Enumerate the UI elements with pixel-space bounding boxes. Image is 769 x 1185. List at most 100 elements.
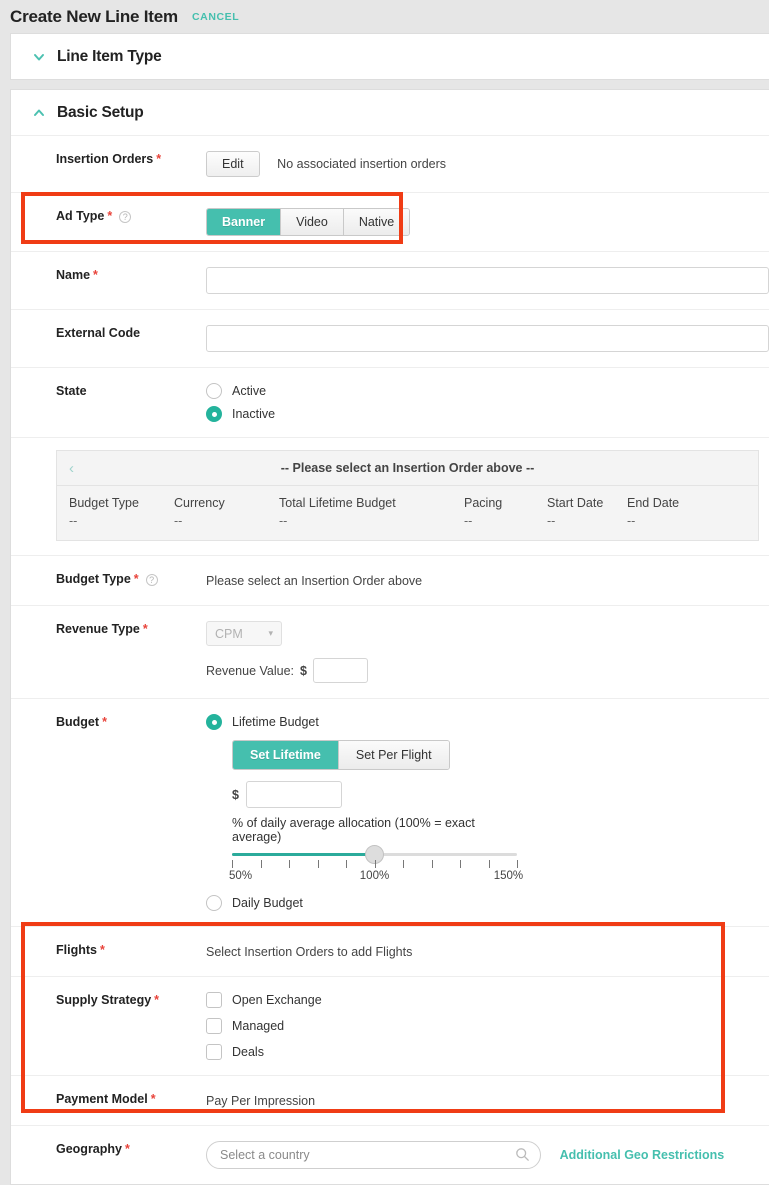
required-asterisk: * <box>102 714 107 731</box>
daily-budget-label: Daily Budget <box>232 896 303 910</box>
checkbox-open-exchange[interactable] <box>206 992 222 1008</box>
slider-tick-labels: 50% 100% 150% <box>232 870 517 884</box>
io-column-budget-type: Budget Type -- <box>69 496 174 528</box>
name-field <box>206 267 769 294</box>
name-label-text: Name <box>56 267 90 284</box>
slider-track[interactable] <box>232 853 517 856</box>
name-label: Name* <box>11 267 206 284</box>
insertion-orders-label-text: Insertion Orders <box>56 151 153 168</box>
io-col-value: -- <box>464 514 547 528</box>
io-col-header: Pacing <box>464 496 547 510</box>
io-table-wrapper: ‹ -- Please select an Insertion Order ab… <box>11 437 769 555</box>
flights-label-text: Flights <box>56 942 97 959</box>
budget-label-text: Budget <box>56 714 99 731</box>
slider-tick <box>432 860 433 868</box>
budget-mode-set-per-flight[interactable]: Set Per Flight <box>338 741 449 769</box>
row-external-code: External Code <box>11 309 769 367</box>
io-column-currency: Currency -- <box>174 496 279 528</box>
revenue-type-field: CPM ▾ Revenue Value: $ <box>206 621 769 683</box>
row-ad-type: Ad Type* ? Banner Video Native <box>11 192 769 251</box>
state-field: Active Inactive <box>206 383 769 422</box>
cancel-link[interactable]: CANCEL <box>192 11 239 23</box>
help-icon[interactable]: ? <box>146 574 158 586</box>
ad-type-option-native[interactable]: Native <box>343 209 409 235</box>
payment-model-value: Pay Per Impression <box>206 1091 769 1110</box>
radio-daily-budget[interactable] <box>206 895 222 911</box>
io-table-header: ‹ -- Please select an Insertion Order ab… <box>57 451 758 486</box>
deals-label: Deals <box>232 1045 264 1059</box>
radio-active[interactable] <box>206 383 222 399</box>
io-col-value: -- <box>174 514 279 528</box>
io-column-start-date: Start Date -- <box>547 496 627 528</box>
external-code-field <box>206 325 769 352</box>
flights-field: Select Insertion Orders to add Flights <box>206 942 769 961</box>
radio-inactive[interactable] <box>206 406 222 422</box>
supply-strategy-field: Open Exchange Managed Deals <box>206 992 769 1060</box>
name-input[interactable] <box>206 267 769 294</box>
revenue-type-select[interactable]: CPM ▾ <box>206 621 282 646</box>
slider-caption: % of daily average allocation (100% = ex… <box>232 816 517 844</box>
row-budget-type: Budget Type* ? Please select an Insertio… <box>11 555 769 605</box>
payment-model-label-text: Payment Model <box>56 1091 148 1108</box>
line-item-type-title: Line Item Type <box>57 48 162 66</box>
revenue-type-selected-value: CPM <box>215 627 243 641</box>
lifetime-budget-label: Lifetime Budget <box>232 715 319 729</box>
budget-mode-set-lifetime[interactable]: Set Lifetime <box>233 741 338 769</box>
io-column-end-date: End Date -- <box>627 496 707 528</box>
slider-tick <box>318 860 319 868</box>
help-icon[interactable]: ? <box>119 211 131 223</box>
io-col-header: Total Lifetime Budget <box>279 496 464 510</box>
basic-setup-header[interactable]: Basic Setup <box>11 90 769 135</box>
supply-option-managed[interactable]: Managed <box>206 1018 769 1034</box>
slider-min-label: 50% <box>229 870 252 882</box>
checkbox-managed[interactable] <box>206 1018 222 1034</box>
io-table-columns: Budget Type -- Currency -- Total Lifetim… <box>57 486 758 540</box>
state-option-active[interactable]: Active <box>206 383 769 399</box>
insertion-orders-label: Insertion Orders* <box>11 151 206 168</box>
chevron-left-icon[interactable]: ‹ <box>69 461 74 476</box>
ad-type-button-group: Banner Video Native <box>206 208 410 236</box>
ad-type-option-video[interactable]: Video <box>280 209 343 235</box>
state-label: State <box>11 383 206 400</box>
supply-option-open-exchange[interactable]: Open Exchange <box>206 992 769 1008</box>
ad-type-label: Ad Type* ? <box>11 208 206 225</box>
external-code-label-text: External Code <box>56 325 140 342</box>
chevron-down-icon[interactable] <box>29 50 49 64</box>
revenue-value-input[interactable] <box>313 658 368 683</box>
additional-geo-restrictions-link[interactable]: Additional Geo Restrictions <box>560 1148 725 1162</box>
search-icon[interactable] <box>515 1147 530 1165</box>
flights-value: Select Insertion Orders to add Flights <box>206 942 769 961</box>
budget-option-lifetime[interactable]: Lifetime Budget <box>206 714 769 730</box>
row-state: State Active Inactive <box>11 367 769 437</box>
required-asterisk: * <box>156 151 161 168</box>
io-col-header: Budget Type <box>69 496 174 510</box>
chevron-up-icon[interactable] <box>29 106 49 120</box>
slider-tick <box>375 860 376 868</box>
radio-lifetime-budget[interactable] <box>206 714 222 730</box>
row-flights: Flights* Select Insertion Orders to add … <box>11 926 769 976</box>
line-item-type-header[interactable]: Line Item Type <box>11 34 769 79</box>
revenue-currency-symbol: $ <box>300 661 307 680</box>
insertion-orders-field: Edit No associated insertion orders <box>206 151 769 177</box>
budget-option-daily[interactable]: Daily Budget <box>206 895 769 911</box>
insertion-orders-note: No associated insertion orders <box>277 157 446 171</box>
row-geography: Geography* Additional Geo Restrictions <box>11 1125 769 1184</box>
state-inactive-label: Inactive <box>232 407 275 421</box>
budget-type-field: Please select an Insertion Order above <box>206 571 769 590</box>
supply-strategy-label: Supply Strategy* <box>11 992 206 1009</box>
supply-option-deals[interactable]: Deals <box>206 1044 769 1060</box>
io-column-total-lifetime-budget: Total Lifetime Budget -- <box>279 496 464 528</box>
external-code-label: External Code <box>11 325 206 342</box>
geography-label: Geography* <box>11 1141 206 1158</box>
edit-insertion-orders-button[interactable]: Edit <box>206 151 260 177</box>
geography-search-input[interactable] <box>206 1141 541 1169</box>
geography-search-wrapper <box>206 1141 541 1169</box>
required-asterisk: * <box>154 992 159 1009</box>
ad-type-option-banner[interactable]: Banner <box>207 209 280 235</box>
budget-amount-input[interactable] <box>246 781 342 808</box>
state-option-inactive[interactable]: Inactive <box>206 406 769 422</box>
ad-type-label-text: Ad Type <box>56 208 104 225</box>
checkbox-deals[interactable] <box>206 1044 222 1060</box>
line-item-type-card: Line Item Type <box>10 33 769 80</box>
external-code-input[interactable] <box>206 325 769 352</box>
